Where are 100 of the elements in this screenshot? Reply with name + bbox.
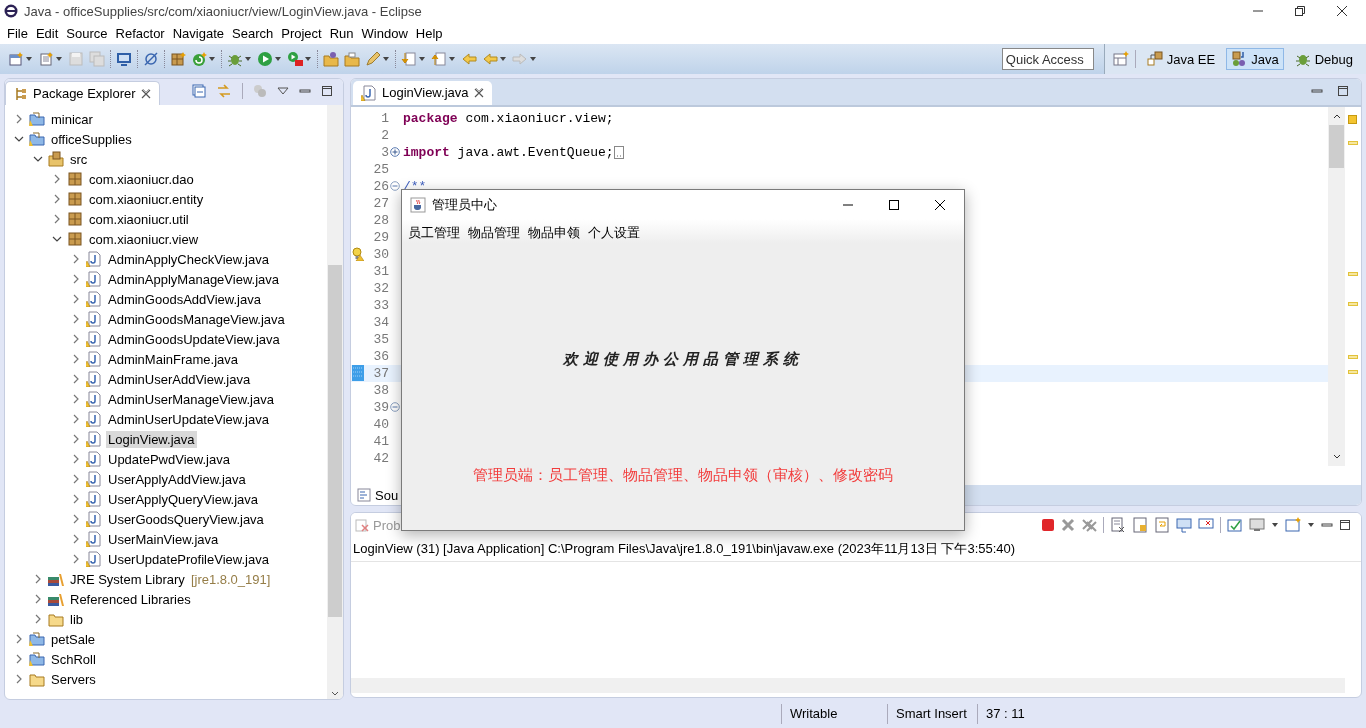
tree-item[interactable]: AdminUserManageView.java [106,390,276,408]
stop-icon[interactable] [1041,518,1055,532]
package-icon [67,191,83,207]
tree-item[interactable]: AdminUserUpdateView.java [106,410,271,428]
tree-item[interactable]: UserGoodsQueryView.java [106,510,266,528]
tree-item[interactable]: AdminUserAddView.java [106,370,253,388]
tree-item[interactable]: UserMainView.java [106,530,221,548]
java-file-icon [86,291,102,307]
perspective-button[interactable]: Debug [1289,48,1358,70]
scrollbar[interactable] [351,678,1345,693]
run-external-icon[interactable] [287,51,303,67]
collapse-all-icon[interactable] [192,84,206,98]
view-tab[interactable]: Package Explorer [5,81,160,105]
tree-item[interactable]: Servers [49,670,98,688]
package-icon [67,231,83,247]
close-icon[interactable] [473,87,484,98]
tree-item[interactable]: com.xiaoniucr.entity [87,190,206,208]
menu-item[interactable]: Window [357,25,412,41]
folded-code-icon[interactable] [613,145,624,159]
tree-item[interactable]: AdminApplyManageView.java [106,270,282,288]
line-number: 29 [372,228,389,246]
code-line: package com.xiaoniucr.view; [402,109,614,127]
view-menu-icon[interactable] [277,85,289,97]
new-console-view-icon[interactable] [1285,517,1301,533]
package-icon[interactable] [170,51,186,67]
menu-item[interactable]: 员工管理 [406,223,462,242]
quick-access-field[interactable]: Quick Access [1001,48,1094,70]
tree-item[interactable]: JRE System Library [68,570,187,588]
open-type-icon[interactable] [323,51,339,67]
tree-item[interactable]: LoginView.java [106,430,197,448]
tree-item[interactable]: AdminGoodsManageView.java [106,310,287,328]
menu-item[interactable]: Project [277,25,326,41]
close-icon[interactable] [1336,5,1348,17]
pin-console-icon[interactable] [1176,517,1192,533]
skip-breakpoints-icon[interactable] [143,51,159,67]
console-header: LoginView (31) [Java Application] C:\Program Files\Java\jre1.8.0_191\bin\javaw.exe (2023年11月13日 下午3:55:40) [351,537,1361,562]
source-folder-icon [48,151,64,167]
menu-item[interactable]: 物品申领 [526,223,582,242]
status-field: 37 : 11 [977,704,1033,724]
tree-item[interactable]: com.xiaoniucr.util [87,210,191,228]
menu-item[interactable]: Refactor [111,25,169,41]
perspective-button[interactable]: Java EE [1141,48,1221,70]
editor-tab[interactable]: LoginView.java [353,80,492,105]
maximize-icon[interactable] [888,198,900,211]
tree-item[interactable]: AdminGoodsUpdateView.java [106,330,282,348]
line-number: 42 [372,449,389,467]
tree-item[interactable]: Referenced Libraries [68,590,193,608]
collapse-fold-icon[interactable] [390,402,400,413]
close-icon[interactable] [140,88,151,99]
scrollbar[interactable] [327,105,343,699]
tree-item[interactable]: petSale [49,630,98,648]
line-number: 40 [372,415,389,433]
menu-item[interactable]: 物品管理 [466,223,522,242]
folder-icon [29,671,45,687]
run-icon[interactable] [257,51,273,67]
collapse-fold-icon[interactable] [390,181,400,192]
tree-item[interactable]: minicar [49,110,95,128]
scrollbar[interactable] [1328,106,1345,466]
clear-console-icon[interactable] [1110,517,1126,533]
menu-item[interactable]: Run [325,25,358,41]
close-icon[interactable] [934,198,946,211]
remove-all-icon[interactable] [1081,518,1097,532]
status-field: Smart Insert [887,704,977,724]
tree-item[interactable]: UserApplyQueryView.java [106,490,261,508]
maximize-icon[interactable] [1337,84,1349,97]
menu-item[interactable]: 个人设置 [586,223,642,242]
new-file-icon[interactable] [8,51,24,67]
tree-item[interactable]: com.xiaoniucr.view [87,230,201,248]
tree-item[interactable]: UserApplyAddView.java [106,470,248,488]
tree-item[interactable]: lib [68,610,85,628]
tree-item[interactable]: src [68,150,90,168]
scroll-thumb[interactable] [328,265,342,617]
open-folder-icon[interactable] [344,51,360,67]
java-file-icon [86,271,102,287]
menu-item[interactable]: Search [228,25,278,41]
menu-item[interactable]: Source [62,25,112,41]
open-console-icon[interactable] [1249,517,1265,533]
tree-item[interactable]: AdminMainFrame.java [106,350,241,368]
open-perspective-icon[interactable] [1112,51,1129,67]
menu-item[interactable]: Navigate [168,25,228,41]
restore-icon[interactable] [1294,5,1306,17]
expand-fold-icon[interactable] [390,147,400,158]
tree-item[interactable]: AdminGoodsAddView.java [106,290,263,308]
perspective-button[interactable]: Java [1226,48,1284,70]
new-console-icon[interactable] [1227,517,1243,533]
menu-item[interactable]: Edit [31,25,63,41]
scroll-thumb[interactable] [1329,124,1344,168]
refresh-icon[interactable] [191,51,207,67]
tree-item[interactable]: officeSupplies [49,130,134,148]
monitor-icon[interactable] [116,51,132,67]
tree-item[interactable]: SchRoll [49,650,98,668]
remove-icon[interactable] [1061,518,1075,532]
maximize-icon[interactable] [321,85,333,97]
tree-item[interactable]: UpdatePwdView.java [106,450,232,468]
tree-item[interactable]: UserUpdateProfileView.java [106,550,271,568]
tree-item[interactable]: com.xiaoniucr.dao [87,170,196,188]
menu-item[interactable]: Help [411,25,447,41]
tree-item[interactable]: AdminApplyCheckView.java [106,250,271,268]
menu-item[interactable]: File [3,25,32,41]
maximize-icon[interactable] [1339,519,1351,531]
